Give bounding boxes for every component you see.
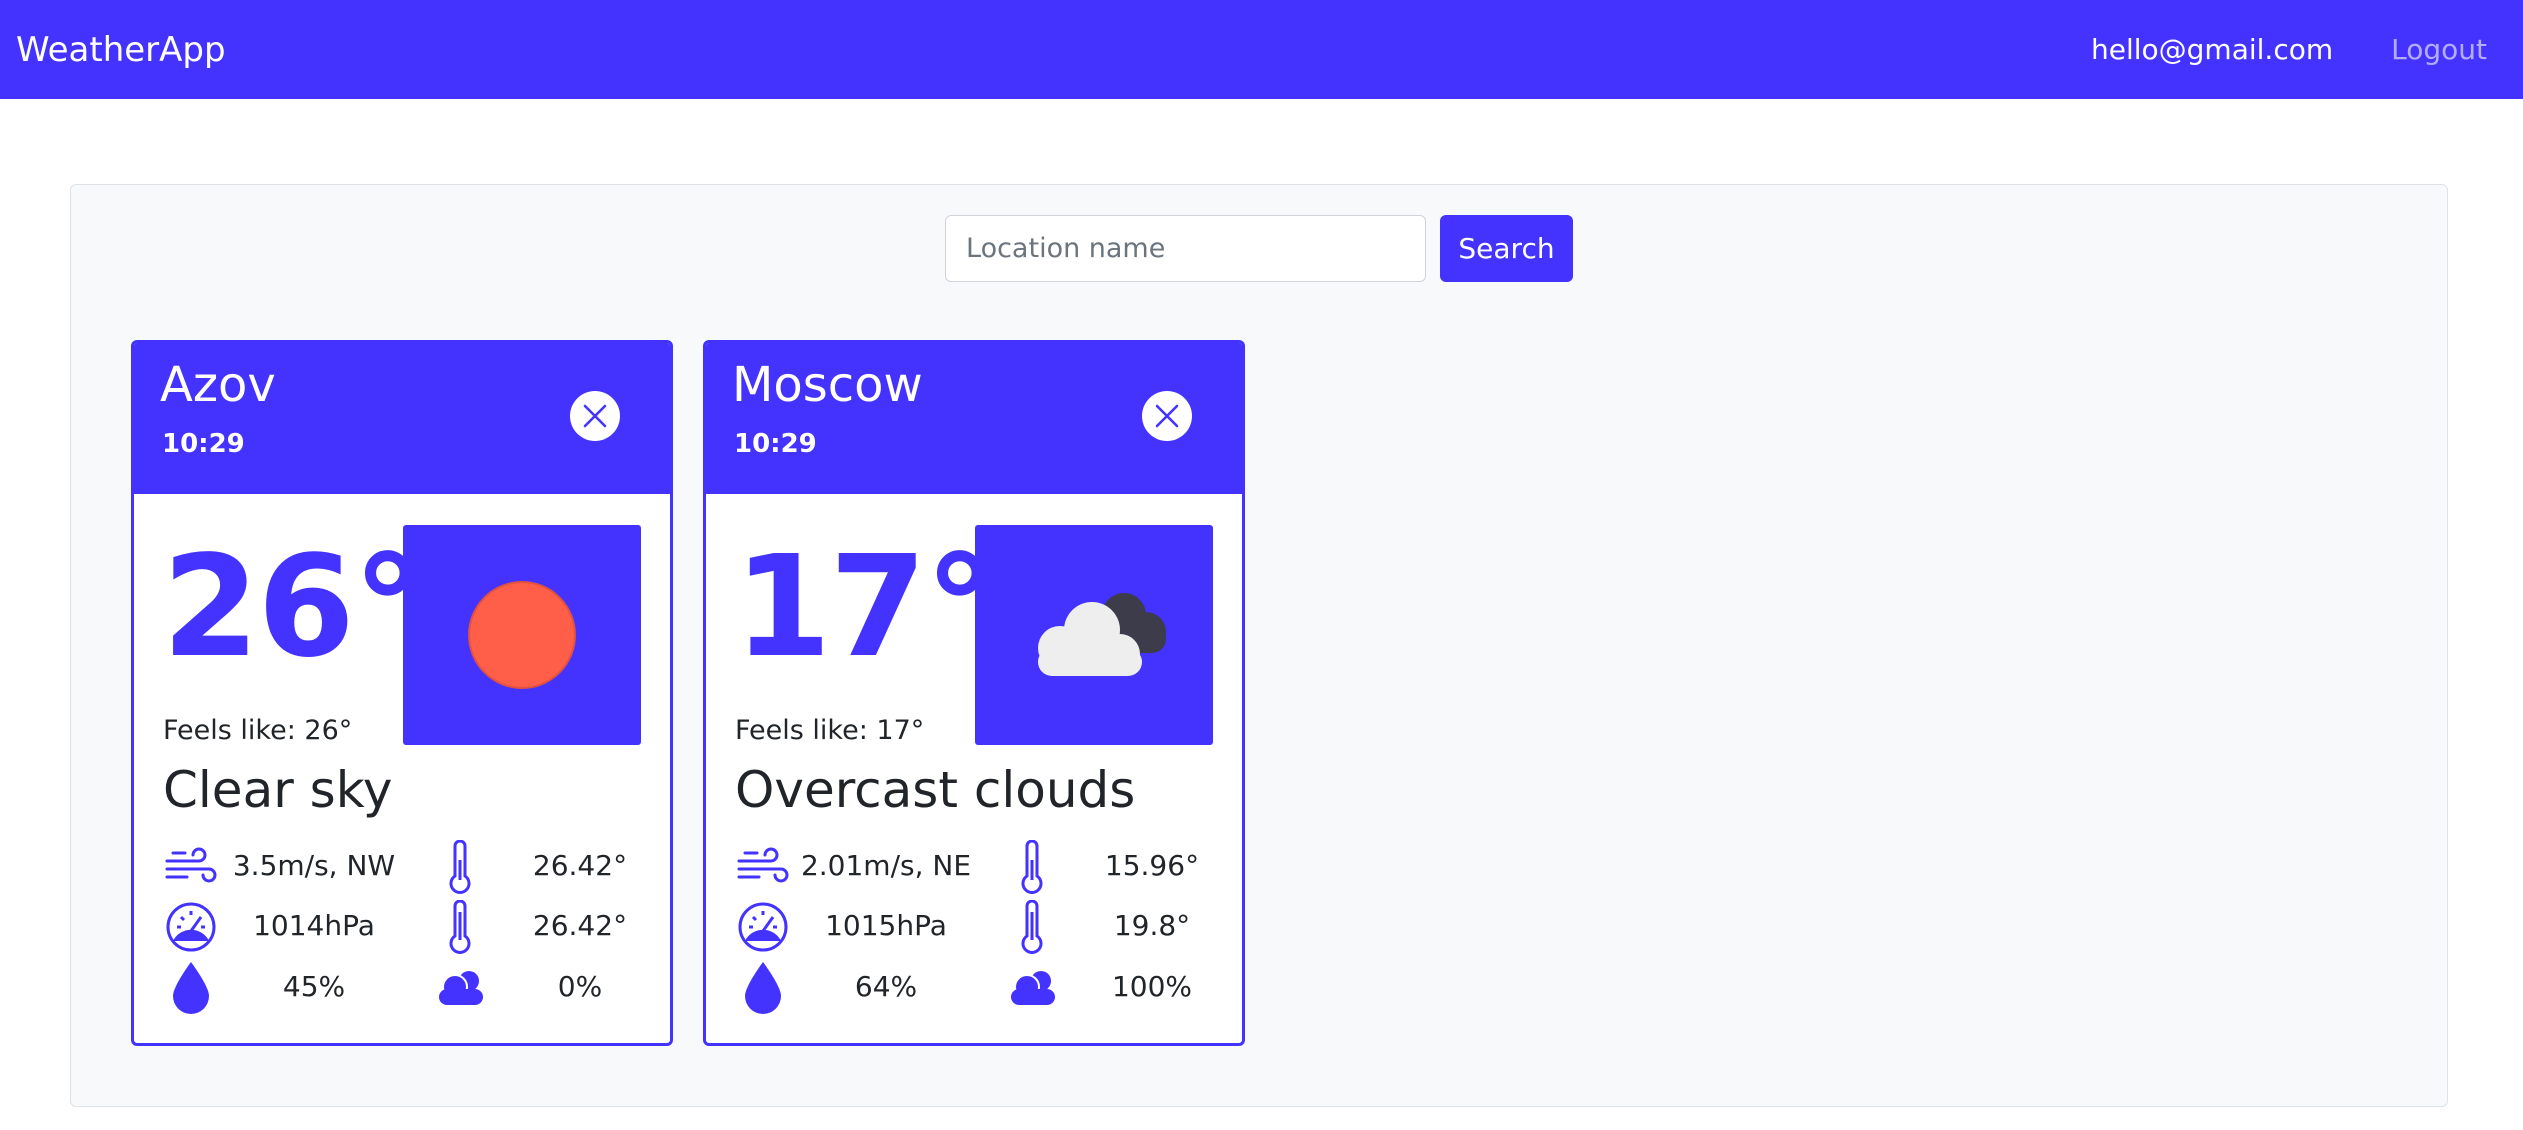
pressure-value: 1015hPa [825, 909, 947, 942]
sun-icon [468, 581, 576, 689]
thermometer-icon [433, 900, 487, 954]
temperature: 26° [162, 526, 423, 689]
feels-like: Feels like: 26° [163, 715, 353, 746]
cloudiness-icon [433, 960, 487, 1014]
humidity-drop-icon [736, 960, 790, 1014]
card-header: Azov 10:29 [134, 343, 670, 494]
top-navbar: WeatherApp hello@gmail.com Logout [0, 0, 2523, 99]
pressure-gauge-icon [736, 900, 790, 954]
close-icon [1155, 404, 1179, 428]
humidity-drop-icon [164, 960, 218, 1014]
weather-panel: Search Azov 10:29 26° Feels like: 26° Cl… [70, 184, 2448, 1107]
max-temp-value: 19.8° [1113, 909, 1191, 942]
city-name: Moscow [732, 357, 923, 413]
pressure-value: 1014hPa [253, 909, 375, 942]
search-form: Search [945, 215, 1573, 282]
weather-description: Overcast clouds [735, 761, 1136, 819]
cloudiness-value: 100% [1111, 970, 1193, 1003]
feels-like: Feels like: 17° [735, 715, 925, 746]
weather-condition-box [403, 525, 641, 745]
city-name: Azov [160, 357, 276, 413]
thermometer-icon [433, 840, 487, 894]
thermometer-icon [1005, 900, 1059, 954]
card-header: Moscow 10:29 [706, 343, 1242, 494]
min-temp-value: 26.42° [532, 849, 628, 882]
weather-description: Clear sky [163, 761, 393, 819]
thermometer-icon [1005, 840, 1059, 894]
pressure-gauge-icon [164, 900, 218, 954]
humidity-value: 45% [282, 970, 346, 1003]
min-temp-value: 15.96° [1104, 849, 1200, 882]
wind-icon [736, 840, 790, 894]
logout-link[interactable]: Logout [2391, 33, 2487, 66]
remove-card-button[interactable] [570, 391, 620, 441]
wind-value: 3.5m/s, NW [232, 849, 396, 882]
weather-card-azov: Azov 10:29 26° Feels like: 26° Clear sky [131, 340, 673, 1046]
max-temp-value: 26.42° [532, 909, 628, 942]
humidity-value: 64% [854, 970, 918, 1003]
cloudiness-value: 0% [557, 970, 603, 1003]
local-time: 10:29 [162, 429, 245, 459]
location-search-input[interactable] [945, 215, 1426, 282]
overcast-clouds-icon [1038, 593, 1166, 676]
nav-right: hello@gmail.com Logout [2091, 33, 2487, 66]
weather-condition-box [975, 525, 1213, 745]
user-email: hello@gmail.com [2090, 33, 2334, 66]
app-brand[interactable]: WeatherApp [16, 30, 226, 70]
wind-icon [164, 840, 218, 894]
cloudiness-icon [1005, 960, 1059, 1014]
temperature: 17° [734, 526, 995, 689]
local-time: 10:29 [734, 429, 817, 459]
remove-card-button[interactable] [1142, 391, 1192, 441]
close-icon [583, 404, 607, 428]
weather-card-moscow: Moscow 10:29 17° Feels like: 17° Overcas… [703, 340, 1245, 1046]
wind-value: 2.01m/s, NE [800, 849, 972, 882]
search-button[interactable]: Search [1440, 215, 1573, 282]
